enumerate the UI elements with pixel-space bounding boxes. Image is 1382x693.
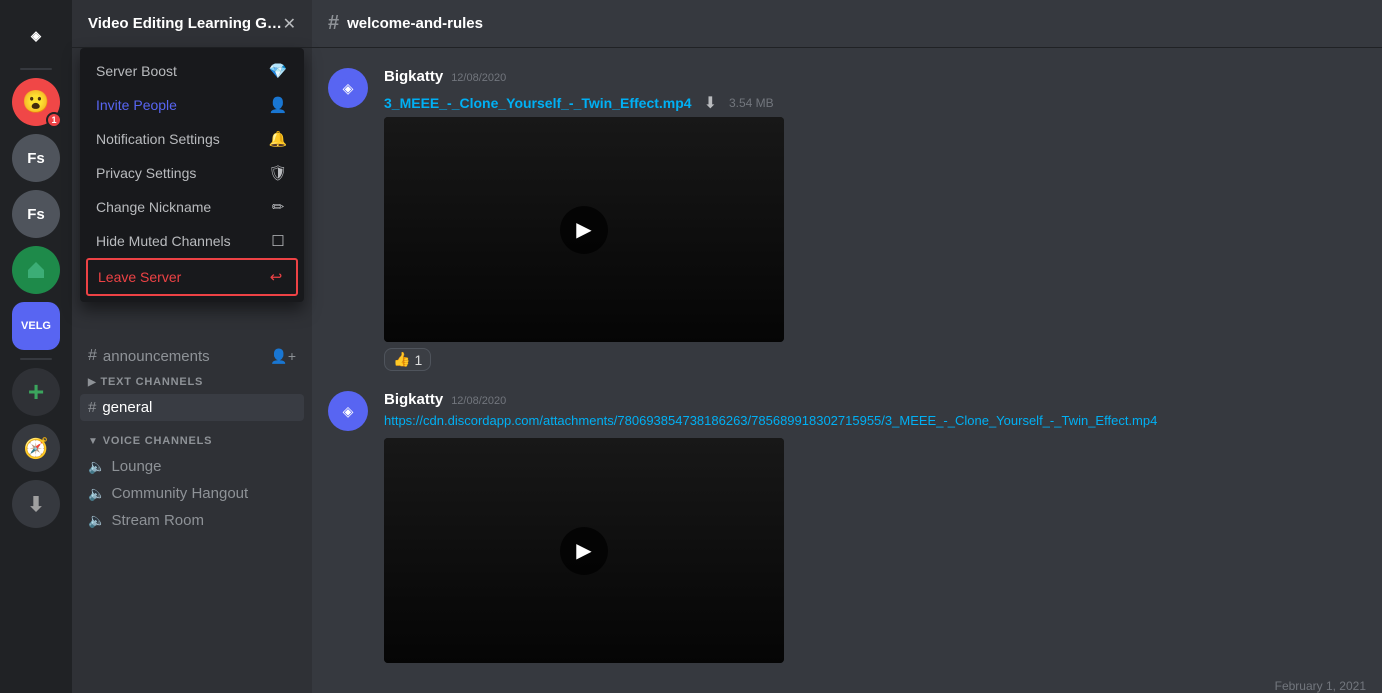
collapse-arrow-voice-icon: ▼ bbox=[88, 436, 99, 447]
video-thumbnail-2[interactable]: ▶ bbox=[384, 438, 784, 663]
channel-item-general[interactable]: # general bbox=[80, 394, 304, 421]
chat-area: ◈ Bigkatty 12/08/2020 3_MEEE_-_Clone_You… bbox=[312, 48, 1382, 693]
notification-badge: 1 bbox=[46, 112, 62, 128]
main-area: # welcome-and-rules ◈ Bigkatty 12/08/202… bbox=[312, 0, 1382, 693]
text-channels-section-header[interactable]: ▶ TEXT CHANNELS bbox=[80, 370, 304, 394]
message-link-container: https://cdn.discordapp.com/attachments/7… bbox=[384, 412, 1366, 430]
menu-label-change-nickname: Change Nickname bbox=[96, 199, 211, 215]
server-title: Video Editing Learning Gr... bbox=[88, 15, 283, 32]
top-bar-channel-name: welcome-and-rules bbox=[347, 15, 483, 32]
sidebar-item-red-server[interactable]: 😮 1 bbox=[12, 78, 60, 126]
message-header-bigkatty-1: Bigkatty 12/08/2020 bbox=[384, 68, 1366, 85]
username-bigkatty-1: Bigkatty bbox=[384, 68, 443, 85]
channel-sidebar: Video Editing Learning Gr... ✕ Server Bo… bbox=[72, 0, 312, 693]
menu-label-notification-settings: Notification Settings bbox=[96, 131, 220, 147]
server-sidebar: ◈ 😮 1 Fs Fs VELG + 🧭 ⬇ bbox=[0, 0, 72, 693]
checkbox-icon: ☐ bbox=[268, 232, 288, 250]
date-divider: February 1, 2021 bbox=[328, 671, 1366, 693]
close-icon[interactable]: ✕ bbox=[283, 14, 296, 34]
menu-label-invite-people: Invite People bbox=[96, 97, 177, 113]
collapse-arrow-icon: ▶ bbox=[88, 377, 97, 388]
leave-icon: ↩ bbox=[266, 268, 286, 286]
channel-name-lounge: Lounge bbox=[111, 458, 161, 475]
video-thumbnail-1[interactable]: ▶ bbox=[384, 117, 784, 342]
shield-icon: 🛡 bbox=[268, 164, 288, 182]
pencil-icon: ✏ bbox=[268, 198, 288, 216]
sidebar-item-fs1[interactable]: Fs bbox=[12, 134, 60, 182]
voice-channels-label: VOICE CHANNELS bbox=[103, 435, 213, 447]
add-member-icon[interactable]: 👤+ bbox=[270, 348, 296, 365]
voice-channels-section-header[interactable]: ▼ VOICE CHANNELS bbox=[80, 429, 304, 453]
sidebar-item-velg[interactable]: VELG bbox=[12, 302, 60, 350]
message-content-bigkatty-1: Bigkatty 12/08/2020 3_MEEE_-_Clone_Yours… bbox=[384, 68, 1366, 371]
menu-item-leave-server[interactable]: Leave Server ↩ bbox=[86, 258, 298, 296]
channel-item-community-hangout[interactable]: 🔈 Community Hangout bbox=[80, 480, 304, 507]
timestamp-bigkatty-1: 12/08/2020 bbox=[451, 72, 506, 84]
reaction-emoji-1: 👍 bbox=[393, 351, 410, 368]
menu-item-invite-people[interactable]: Invite People 👤 bbox=[86, 88, 298, 122]
sidebar-item-download[interactable]: ⬇ bbox=[12, 480, 60, 528]
avatar-bigkatty-1: ◈ bbox=[328, 68, 368, 108]
boost-icon: 💎 bbox=[268, 62, 288, 80]
channel-item-stream-room[interactable]: 🔈 Stream Room bbox=[80, 507, 304, 534]
channel-item-announcements[interactable]: # announcements 👤+ bbox=[80, 342, 304, 370]
menu-label-server-boost: Server Boost bbox=[96, 63, 177, 79]
menu-label-leave-server: Leave Server bbox=[98, 269, 181, 285]
svg-text:◈: ◈ bbox=[343, 403, 354, 419]
attachment-filename-1[interactable]: 3_MEEE_-_Clone_Yourself_-_Twin_Effect.mp… bbox=[384, 95, 692, 111]
play-button-1[interactable]: ▶ bbox=[560, 206, 608, 254]
menu-label-privacy-settings: Privacy Settings bbox=[96, 165, 196, 181]
sidebar-item-add-server[interactable]: + bbox=[12, 368, 60, 416]
text-channels-label: TEXT CHANNELS bbox=[101, 376, 204, 388]
hash-icon-general: # bbox=[88, 399, 96, 416]
speaker-icon-stream: 🔈 bbox=[88, 512, 105, 529]
download-button-1[interactable]: ⬇ bbox=[704, 93, 717, 113]
server-header[interactable]: Video Editing Learning Gr... ✕ bbox=[72, 0, 312, 48]
channel-list: # announcements 👤+ ▶ TEXT CHANNELS # gen… bbox=[72, 318, 312, 693]
message-group-bigkatty-1: ◈ Bigkatty 12/08/2020 3_MEEE_-_Clone_You… bbox=[328, 64, 1366, 375]
server-sidebar-divider bbox=[20, 68, 52, 70]
channel-item-lounge[interactable]: 🔈 Lounge bbox=[80, 453, 304, 480]
sidebar-item-explore[interactable]: 🧭 bbox=[12, 424, 60, 472]
avatar-bigkatty-2: ◈ bbox=[328, 391, 368, 431]
attachment-meta-1: 3_MEEE_-_Clone_Yourself_-_Twin_Effect.mp… bbox=[384, 93, 1366, 113]
server-dropdown-menu: Server Boost 💎 Invite People 👤 Notificat… bbox=[80, 48, 304, 302]
server-sidebar-divider2 bbox=[20, 358, 52, 360]
channel-name-stream-room: Stream Room bbox=[111, 512, 204, 529]
attachment-container-1: 3_MEEE_-_Clone_Yourself_-_Twin_Effect.mp… bbox=[384, 93, 1366, 371]
menu-item-hide-muted-channels[interactable]: Hide Muted Channels ☐ bbox=[86, 224, 298, 258]
reaction-count-1: 1 bbox=[414, 352, 422, 368]
speaker-icon-hangout: 🔈 bbox=[88, 485, 105, 502]
play-button-2[interactable]: ▶ bbox=[560, 527, 608, 575]
channel-name-announcements: announcements bbox=[103, 348, 210, 365]
top-bar: # welcome-and-rules bbox=[312, 0, 1382, 48]
menu-label-hide-muted-channels: Hide Muted Channels bbox=[96, 233, 231, 249]
menu-item-server-boost[interactable]: Server Boost 💎 bbox=[86, 54, 298, 88]
menu-item-change-nickname[interactable]: Change Nickname ✏ bbox=[86, 190, 298, 224]
channel-hash-icon: # bbox=[328, 12, 339, 35]
speaker-icon-lounge: 🔈 bbox=[88, 458, 105, 475]
message-link-1[interactable]: https://cdn.discordapp.com/attachments/7… bbox=[384, 413, 1157, 428]
message-header-bigkatty-2: Bigkatty 12/08/2020 bbox=[384, 391, 1366, 408]
menu-item-privacy-settings[interactable]: Privacy Settings 🛡 bbox=[86, 156, 298, 190]
sidebar-item-discord-home[interactable]: ◈ bbox=[12, 12, 60, 60]
message-content-bigkatty-2: Bigkatty 12/08/2020 https://cdn.discorda… bbox=[384, 391, 1366, 663]
sidebar-item-teal[interactable] bbox=[12, 246, 60, 294]
menu-item-notification-settings[interactable]: Notification Settings 🔔 bbox=[86, 122, 298, 156]
channel-name-general: general bbox=[102, 399, 152, 416]
svg-text:◈: ◈ bbox=[343, 80, 354, 96]
invite-icon: 👤 bbox=[268, 96, 288, 114]
bell-icon: 🔔 bbox=[268, 130, 288, 148]
channel-name-community-hangout: Community Hangout bbox=[111, 485, 248, 502]
attachment-size-1: 3.54 MB bbox=[729, 96, 774, 110]
timestamp-bigkatty-2: 12/08/2020 bbox=[451, 395, 506, 407]
sidebar-item-fs2[interactable]: Fs bbox=[12, 190, 60, 238]
message-group-bigkatty-2: ◈ Bigkatty 12/08/2020 https://cdn.discor… bbox=[328, 387, 1366, 667]
reaction-thumbsup[interactable]: 👍 1 bbox=[384, 348, 431, 371]
username-bigkatty-2: Bigkatty bbox=[384, 391, 443, 408]
hash-icon: # bbox=[88, 347, 97, 365]
